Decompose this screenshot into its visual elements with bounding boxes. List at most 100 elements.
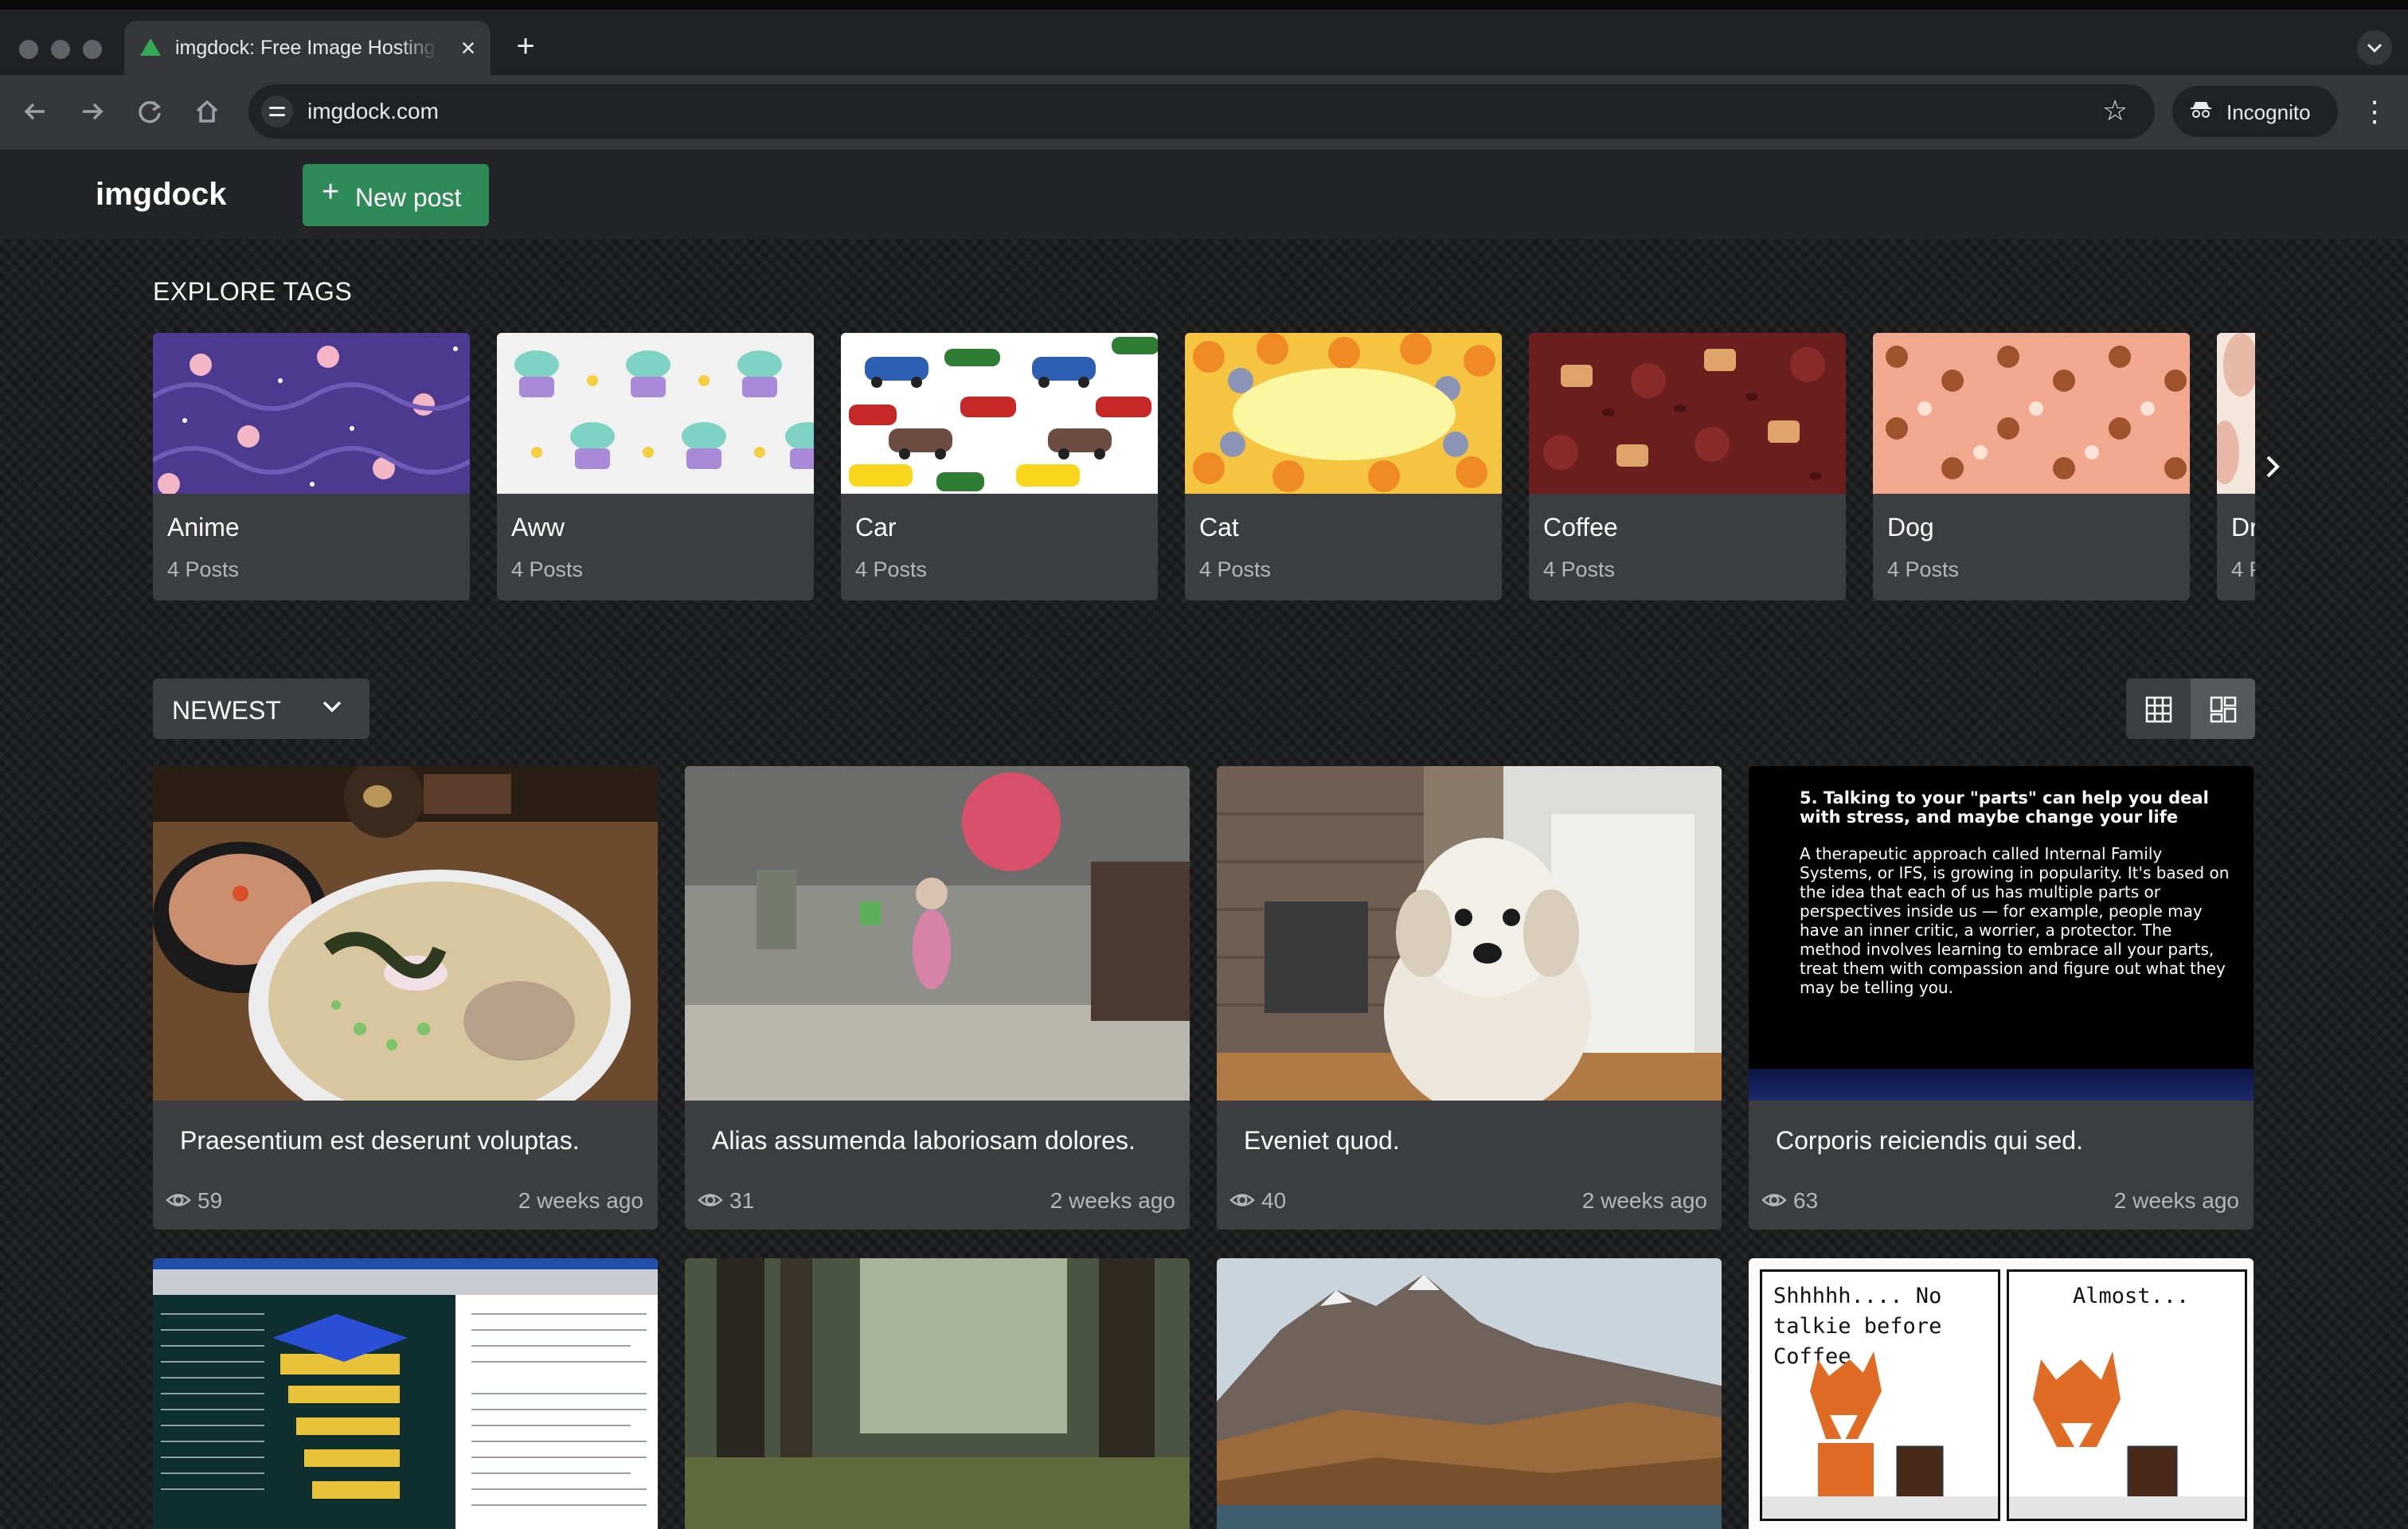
tag-card-cat[interactable]: Cat 4 Posts [1185,333,1502,600]
tag-image-anime [153,333,470,494]
home-icon[interactable] [190,94,225,129]
close-window-button[interactable] [19,40,38,59]
tag-card-dog[interactable]: Dog 4 Posts [1873,333,2190,600]
minimize-window-button[interactable] [51,40,70,59]
site-logo[interactable]: imgdock [96,177,226,213]
forward-icon[interactable] [75,94,110,129]
tab-search-button[interactable] [2357,30,2392,65]
post-image-dog [1217,766,1722,1101]
grid-view-button[interactable] [2126,678,2191,739]
tag-name: Dog [1887,513,1934,542]
tag-image-coffee [1529,333,1846,494]
tag-name: Coffee [1543,513,1618,542]
favicon-icon [140,38,161,56]
post-card[interactable]: Shhhhh.... No talkie before Coffee Almos… [1749,1258,2254,1529]
comic-panel-1: Shhhhh.... No talkie before Coffee [1760,1269,2000,1521]
post-card[interactable]: Praesentium est deserunt voluptas. 59 2 … [153,766,658,1230]
post-card[interactable]: 5. Talking to your "parts" can help you … [1749,766,2254,1230]
address-bar[interactable]: imgdock.com ☆ [248,84,2155,139]
post-card[interactable]: Alias assumenda laboriosam dolores. 31 2… [685,766,1190,1230]
post-card[interactable] [685,1258,1190,1529]
tag-image-car [841,333,1158,494]
new-post-label: New post [355,183,462,212]
tag-card-coffee[interactable]: Coffee 4 Posts [1529,333,1846,600]
tag-name: Aww [511,513,565,542]
post-image-ramen [153,766,658,1101]
tab-strip: imgdock: Free Image Hosting × + [0,10,2408,75]
window-top-edge [0,0,2408,10]
fox-illustration [2009,1351,2245,1519]
back-icon[interactable] [18,94,53,129]
tag-card-partial[interactable]: Dr 4 P [2217,333,2255,600]
tag-post-count: 4 Posts [855,557,928,581]
eye-icon [1229,1194,1255,1206]
tag-card-anime[interactable]: Anime 4 Posts [153,333,470,600]
tag-post-count: 4 Posts [511,557,584,581]
tag-image-aww [497,333,814,494]
post-card[interactable]: Eveniet quod. 40 2 weeks ago [1217,766,1722,1230]
tag-name: Anime [167,513,240,542]
tag-carousel: Anime 4 Posts Aww 4 Posts Car 4 Posts Ca… [153,333,2255,604]
tag-image-partial [2217,333,2255,494]
reload-icon[interactable] [132,94,167,129]
tab-title: imgdock: Free Image Hosting [175,37,436,59]
post-card[interactable] [1217,1258,1722,1529]
explore-tags-heading: EXPLORE TAGS [153,277,353,306]
view-count: 40 [1261,1188,1287,1213]
post-image-software [153,1258,658,1529]
text-post-body: A therapeutic approach called Internal F… [1800,844,2230,997]
post-image-balloon [685,766,1190,1101]
post-title: Corporis reiciendis qui sed. [1776,1126,2083,1155]
tag-post-count: 4 Posts [1887,557,1960,581]
grid-icon [2145,696,2172,723]
carousel-next-icon[interactable] [2257,448,2289,486]
incognito-icon [2191,102,2211,118]
maximize-window-button[interactable] [83,40,102,59]
tag-post-count: 4 Posts [1543,557,1616,581]
browser-menu-icon[interactable]: ⋮ [2360,94,2389,129]
view-count: 63 [1793,1188,1819,1213]
tag-image-dog [1873,333,2190,494]
fox-illustration [1762,1351,1998,1519]
new-post-button[interactable]: + New post [303,164,489,226]
post-image-mountains [1217,1258,1722,1529]
post-timestamp: 2 weeks ago [518,1188,643,1213]
url-text: imgdock.com [307,99,439,123]
tag-name: Cat [1199,513,1239,542]
browser-tab[interactable]: imgdock: Free Image Hosting × [124,21,491,75]
eye-icon [698,1194,723,1206]
view-count: 31 [729,1188,755,1213]
post-image-text: 5. Talking to your "parts" can help you … [1749,766,2254,1101]
night-sky-strip [1749,1069,2254,1101]
sort-selected-label: NEWEST [172,696,281,725]
bookmark-star-icon[interactable]: ☆ [2102,94,2128,127]
eye-icon [1761,1194,1787,1206]
site-info-icon[interactable] [261,96,293,127]
close-tab-icon[interactable]: × [452,32,484,64]
tag-post-count: 4 P [2231,557,2255,581]
incognito-badge[interactable]: Incognito [2172,86,2338,137]
chevron-down-icon [322,701,342,713]
app-header: imgdock + New post [0,150,2408,239]
tag-post-count: 4 Posts [1199,557,1272,581]
post-timestamp: 2 weeks ago [2113,1188,2239,1213]
tag-post-count: 4 Posts [167,557,240,581]
masonry-view-button[interactable] [2191,678,2255,739]
sort-dropdown[interactable]: NEWEST [153,678,369,739]
view-count: 59 [197,1188,223,1213]
chevron-down-icon [2367,43,2383,53]
new-tab-button[interactable]: + [510,30,541,62]
text-post-heading: 5. Talking to your "parts" can help you … [1800,788,2209,827]
tag-name: Dr [2231,513,2255,542]
post-title: Eveniet quod. [1244,1126,1400,1155]
view-toggle [2126,678,2255,739]
post-card[interactable] [153,1258,658,1529]
post-image-forest [685,1258,1190,1529]
tag-card-car[interactable]: Car 4 Posts [841,333,1158,600]
plus-icon: + [322,175,340,209]
tag-name: Car [855,513,897,542]
tag-image-cat [1185,333,1502,494]
post-timestamp: 2 weeks ago [1050,1188,1175,1213]
tag-card-aww[interactable]: Aww 4 Posts [497,333,814,600]
post-title: Praesentium est deserunt voluptas. [180,1126,580,1155]
